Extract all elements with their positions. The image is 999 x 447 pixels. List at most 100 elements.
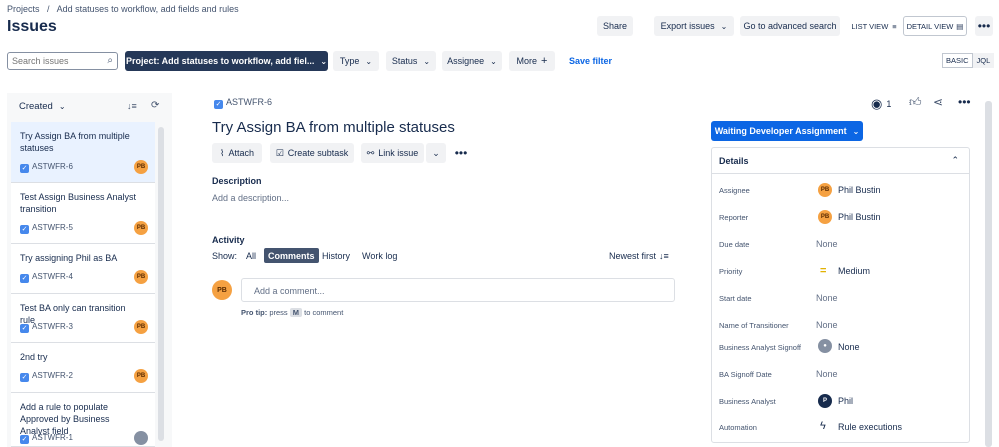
- search-field[interactable]: ⌕: [7, 52, 118, 70]
- issue-card[interactable]: Try Assign BA from multiple statuses ✓ AST…: [11, 122, 155, 183]
- chevron-down-icon: ⌄: [432, 147, 440, 158]
- assignee-avatar: [134, 431, 148, 445]
- field-value[interactable]: Medium: [838, 266, 870, 276]
- more-issue-actions-icon[interactable]: •••: [451, 143, 471, 163]
- issue-key[interactable]: ✓ ASTWFR-6: [214, 97, 272, 109]
- issue-card-key-text: ASTWFR-1: [32, 433, 73, 442]
- status-filter-label: Status: [391, 56, 418, 66]
- detail-scrollbar[interactable]: [985, 101, 992, 447]
- sort-order-icon[interactable]: ↓≡: [127, 101, 137, 111]
- details-header[interactable]: Details ⌃: [712, 148, 969, 174]
- issue-card-key: ✓ ASTWFR-4: [20, 272, 73, 283]
- export-issues-button[interactable]: Export issues ⌄: [654, 16, 734, 36]
- lightning-icon: ϟ: [820, 420, 826, 432]
- field-value[interactable]: None: [816, 293, 838, 303]
- detail-view-label: DETAIL VIEW: [906, 21, 954, 31]
- sort-dropdown[interactable]: Created ⌄: [19, 101, 66, 112]
- more-filters-button[interactable]: More +: [509, 51, 555, 71]
- status-button[interactable]: Waiting Developer Assignment ⌄: [711, 121, 863, 141]
- attach-button[interactable]: ⌇ Attach: [212, 143, 262, 163]
- details-heading: Details: [719, 156, 749, 166]
- issue-card[interactable]: Test Assign Business Analyst transition ✓…: [11, 183, 155, 244]
- issue-key-text: ASTWFR-6: [226, 97, 272, 107]
- detail-view-button[interactable]: DETAIL VIEW ▤: [903, 16, 967, 36]
- field-value[interactable]: Phil Bustin: [838, 185, 881, 195]
- issue-card-key-text: ASTWFR-5: [32, 223, 73, 232]
- issue-card-title: Try assigning Phil as BA: [20, 253, 118, 263]
- field-value[interactable]: None: [816, 239, 838, 249]
- plus-icon: +: [541, 55, 548, 67]
- breadcrumb-projects[interactable]: Projects: [7, 4, 40, 14]
- comment-box[interactable]: Add a comment...: [241, 278, 675, 302]
- issue-title[interactable]: Try Assign BA from multiple statuses: [212, 119, 455, 136]
- breadcrumb-project[interactable]: Add statuses to workflow, add fields and…: [57, 4, 239, 14]
- field-label: Reporter: [719, 213, 749, 222]
- assignee-filter-button[interactable]: Assignee ⌄: [442, 51, 502, 71]
- create-subtask-button[interactable]: ☑ Create subtask: [270, 143, 354, 163]
- project-filter-button[interactable]: Project: Add statuses to workflow, add f…: [125, 51, 328, 71]
- export-issues-label: Export issues: [660, 21, 715, 31]
- link-issue-dropdown[interactable]: ⌄: [426, 143, 446, 163]
- save-filter-button[interactable]: Save filter: [569, 56, 612, 66]
- issue-card-key: ✓ ASTWFR-1: [20, 433, 73, 444]
- issue-card[interactable]: Add a rule to populate Approved by Busin…: [11, 393, 155, 447]
- activity-tab-all[interactable]: All: [242, 248, 260, 263]
- share-button[interactable]: Share: [597, 16, 633, 36]
- task-icon: ✓: [20, 435, 29, 444]
- share-icon[interactable]: ⋖: [933, 95, 943, 109]
- show-label: Show:: [212, 251, 238, 261]
- link-icon: ⚯: [366, 147, 375, 158]
- breadcrumb-separator: /: [47, 4, 50, 14]
- activity-tab-history[interactable]: History: [318, 248, 354, 263]
- basic-mode-button[interactable]: BASIC: [942, 53, 973, 68]
- assignee-avatar: PB: [134, 320, 148, 334]
- link-issue-label: Link issue: [378, 148, 419, 158]
- task-icon: ✓: [20, 225, 29, 234]
- jql-mode-button[interactable]: JQL: [972, 53, 995, 68]
- issue-card-key-text: ASTWFR-6: [32, 162, 73, 171]
- sort-icon: ↓≡: [659, 251, 669, 261]
- field-value[interactable]: None: [816, 369, 838, 379]
- link-issue-button[interactable]: ⚯ Link issue: [361, 143, 424, 163]
- chevron-down-icon: ⌄: [365, 56, 373, 66]
- assignee-avatar: PB: [134, 369, 148, 383]
- status-filter-button[interactable]: Status ⌄: [386, 51, 436, 71]
- sort-order-button[interactable]: Newest first ↓≡: [609, 251, 669, 261]
- breadcrumb: Projects / Add statuses to workflow, add…: [7, 4, 239, 14]
- page-title: Issues: [7, 18, 57, 35]
- type-filter-button[interactable]: Type ⌄: [333, 51, 379, 71]
- search-icon: ⌕: [107, 55, 113, 66]
- priority-medium-icon: =: [820, 265, 827, 277]
- issue-card-title: Test Assign Business Analyst transition: [20, 192, 137, 214]
- more-actions-icon[interactable]: •••: [975, 16, 993, 36]
- more-icon[interactable]: •••: [958, 95, 971, 109]
- assignee-filter-label: Assignee: [447, 56, 485, 66]
- field-value[interactable]: None: [816, 320, 838, 330]
- issue-card[interactable]: Try assigning Phil as BA ✓ ASTWFR-4 PB: [11, 244, 155, 294]
- field-value[interactable]: Phil: [838, 396, 853, 406]
- activity-tab-work-log[interactable]: Work log: [358, 248, 401, 263]
- issue-card-key: ✓ ASTWFR-6: [20, 162, 73, 173]
- issue-card[interactable]: Test BA only can transition rule ✓ ASTWFR-…: [11, 294, 155, 343]
- thumbs-up-icon[interactable]: 👍︎: [909, 95, 922, 110]
- task-icon: ✓: [214, 100, 223, 109]
- issue-card-key: ✓ ASTWFR-5: [20, 223, 73, 234]
- field-value[interactable]: Phil Bustin: [838, 212, 881, 222]
- advanced-search-button[interactable]: Go to advanced search: [740, 16, 840, 36]
- watch-button[interactable]: ◉ 1: [871, 96, 891, 112]
- task-icon: ✓: [20, 274, 29, 283]
- field-label: Priority: [719, 267, 743, 276]
- description-placeholder[interactable]: Add a description...: [212, 193, 289, 203]
- chevron-down-icon: ⌄: [852, 126, 860, 136]
- field-value[interactable]: Rule executions: [838, 422, 902, 432]
- list-view-button[interactable]: LIST VIEW ≡: [847, 16, 901, 36]
- refresh-icon[interactable]: ⟳: [151, 100, 159, 111]
- list-scrollbar[interactable]: [158, 127, 164, 441]
- activity-tab-comments[interactable]: Comments: [264, 248, 319, 263]
- issue-card[interactable]: 2nd try ✓ ASTWFR-2 PB: [11, 343, 155, 393]
- field-label: Business Analyst Signoff: [719, 343, 801, 352]
- task-icon: ✓: [20, 164, 29, 173]
- field-value[interactable]: None: [838, 342, 860, 352]
- field-label: Business Analyst: [719, 397, 776, 406]
- search-input[interactable]: [8, 53, 96, 69]
